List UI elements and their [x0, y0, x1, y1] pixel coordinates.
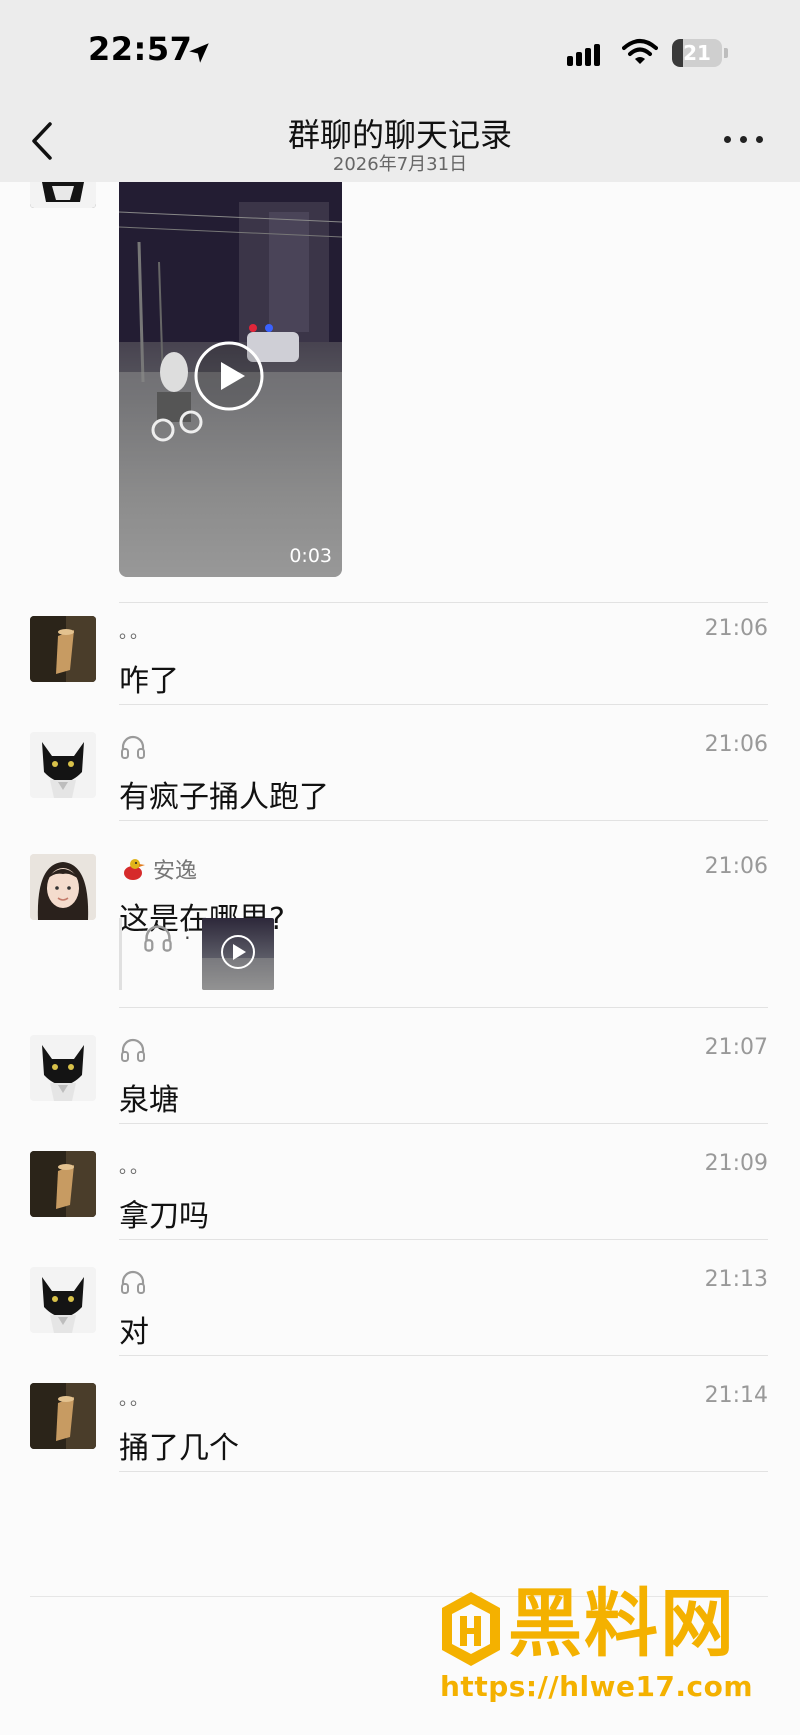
message-sender: 。。: [119, 616, 150, 646]
message-sender: 安逸: [119, 854, 197, 884]
message-text[interactable]: 有疯子捅人跑了: [119, 772, 329, 816]
play-icon[interactable]: [193, 340, 265, 412]
cat-avatar-icon: [30, 732, 96, 798]
location-arrow-icon: [189, 43, 209, 63]
more-options-button[interactable]: [724, 131, 764, 147]
more-dot-icon: [724, 136, 731, 143]
message-time: 21:06: [704, 732, 768, 757]
message-sender: [119, 1035, 147, 1065]
headphones-icon: [121, 735, 145, 759]
avatar[interactable]: [30, 1383, 96, 1449]
avatar[interactable]: [30, 1151, 96, 1217]
message-time: 21:07: [704, 1035, 768, 1060]
list-item[interactable]: 。。 21:06 咋了: [0, 588, 800, 705]
headphones-icon: [121, 1038, 145, 1062]
watermark-url: https://hlwe17.com: [440, 1670, 754, 1703]
sender-name: 。。: [119, 622, 150, 643]
message-sender: 。。: [119, 1383, 150, 1413]
battery-indicator: 21: [672, 39, 722, 67]
message-time: 21:14: [704, 1383, 768, 1408]
message-divider: [119, 1471, 768, 1472]
sender-name: 。。: [119, 1157, 150, 1178]
avatar[interactable]: [30, 616, 96, 682]
page-subtitle: 2026年7月31日: [332, 154, 468, 175]
cellular-signal-icon: [567, 44, 600, 66]
watermark: 黑料网 https://hlwe17.com: [438, 1584, 778, 1710]
list-item[interactable]: 21:13 对: [0, 1239, 800, 1356]
headphones-icon: [121, 1270, 145, 1294]
chat-history[interactable]: 0:03 。。 21:06 咋了 21:06 有疯子捅人跑了 安逸 21:06 …: [0, 172, 800, 1735]
message-time: 21:06: [704, 854, 768, 879]
list-item[interactable]: 21:06 有疯子捅人跑了: [0, 704, 800, 821]
message-time: 21:06: [704, 616, 768, 641]
message-text[interactable]: 拿刀吗: [119, 1191, 209, 1235]
message-sender: [119, 732, 147, 762]
watermark-title: 黑料网: [508, 1581, 736, 1667]
sender-name: 安逸: [153, 859, 198, 884]
list-item[interactable]: 。。 21:14 捅了几个: [0, 1355, 800, 1472]
sender-name: 。。: [119, 1389, 150, 1410]
message-sender: 。。: [119, 1151, 150, 1181]
cup-avatar-icon: [30, 616, 96, 682]
quote-colon: :: [184, 920, 191, 944]
more-dot-icon: [756, 136, 763, 143]
quoted-message[interactable]: :: [119, 918, 282, 990]
message-time: 21:13: [704, 1267, 768, 1292]
cup-avatar-icon: [30, 1151, 96, 1217]
battery-cap: [724, 48, 728, 58]
cat-avatar-icon: [30, 1267, 96, 1333]
watermark-logo-icon: [442, 1592, 500, 1666]
video-message[interactable]: 0:03: [119, 182, 342, 577]
duck-emoji-icon: [124, 859, 145, 880]
message-time: 21:09: [704, 1151, 768, 1176]
play-icon: [202, 935, 274, 990]
video-duration: 0:03: [289, 545, 332, 567]
avatar[interactable]: [30, 1267, 96, 1333]
message-text[interactable]: 咋了: [119, 656, 179, 700]
status-time: 22:57: [88, 30, 193, 68]
list-item[interactable]: 安逸 21:06 这是在哪里? :: [0, 820, 800, 1008]
list-item[interactable]: 。。 21:09 拿刀吗: [0, 1123, 800, 1240]
message-text[interactable]: 泉塘: [119, 1075, 179, 1119]
battery-level: 21: [683, 41, 711, 65]
cup-avatar-icon: [30, 1383, 96, 1449]
top-bar: 22:57 21 群聊的聊天记录 2026年7月31日: [0, 0, 800, 182]
avatar[interactable]: [30, 854, 96, 920]
wifi-icon: [622, 39, 658, 64]
message-text[interactable]: 捅了几个: [119, 1423, 239, 1467]
girl-avatar-icon: [30, 854, 96, 920]
cat-avatar-icon: [30, 1035, 96, 1101]
avatar[interactable]: [30, 732, 96, 798]
avatar[interactable]: [30, 1035, 96, 1101]
message-sender: [119, 1267, 147, 1297]
headphones-icon: [144, 925, 172, 952]
more-dot-icon: [740, 136, 747, 143]
list-item[interactable]: 21:07 泉塘: [0, 1007, 800, 1124]
message-text[interactable]: 对: [119, 1307, 149, 1351]
quoted-video-thumbnail[interactable]: [202, 918, 274, 990]
